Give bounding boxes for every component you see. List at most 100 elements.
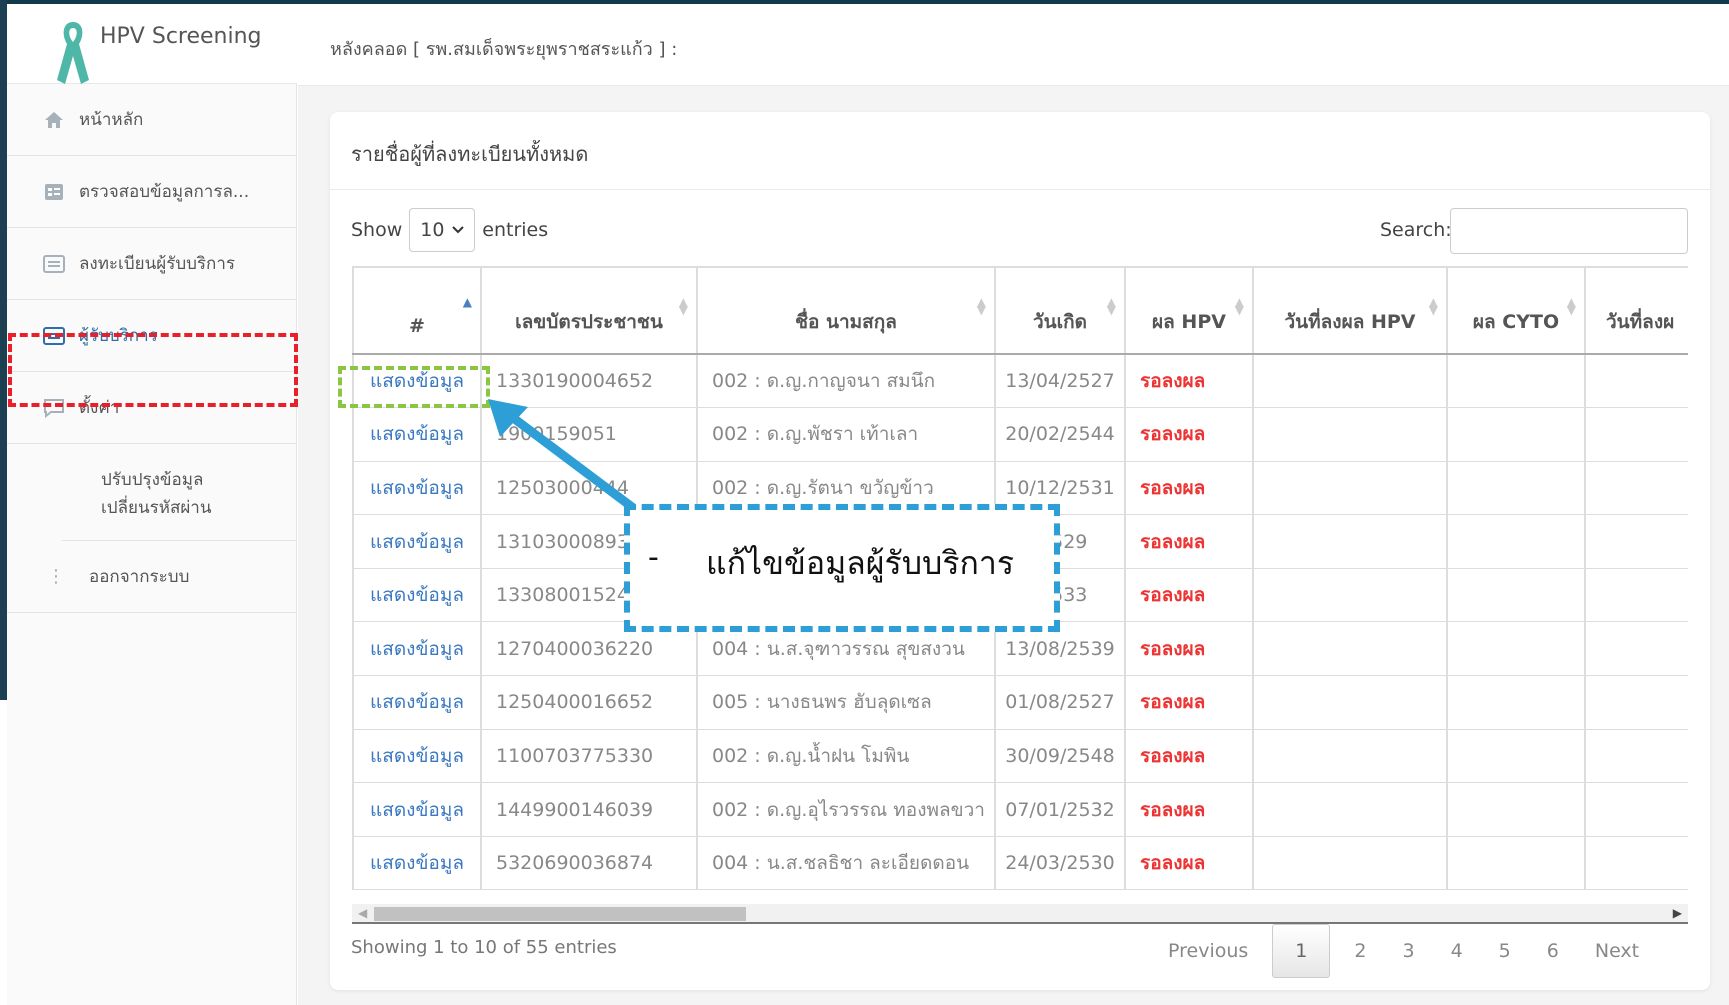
dob-cell: 01/08/2527 (994, 675, 1125, 730)
sort-icon: ▲ ▼ (976, 295, 986, 317)
horizontal-scrollbar[interactable]: ◀ ▶ (352, 904, 1688, 924)
name-cell: 004 : น.ส.ชลธิชา ละเอียดดอน (696, 836, 995, 891)
cyto-date-cell (1584, 514, 1688, 569)
table-header-row: # ▲ เลขบัตรประชาชน ▲ ▼ ชื่อ นามสกุล ▲ ▼ วันเก… (352, 266, 1688, 355)
cyto-date-cell (1584, 675, 1688, 730)
hpv-status-cell: รอลงผล (1124, 675, 1253, 730)
sidebar: HPV Screening หน้าหลัก ตรวจสอบข้อมูลการล… (7, 4, 297, 1005)
window-frame-left (0, 0, 7, 700)
show-data-link[interactable]: แสดงข้อมูล (352, 514, 481, 569)
show-label: Show (351, 219, 403, 241)
show-data-link[interactable]: แสดงข้อมูล (352, 568, 481, 623)
column-header-hpv-date[interactable]: วันที่ลงผล HPV ▲ ▼ (1252, 266, 1447, 355)
column-header-dob[interactable]: วันเกิด ▲ ▼ (994, 266, 1125, 355)
search-label: Search: (1380, 219, 1452, 241)
search-input[interactable] (1450, 208, 1688, 254)
cyto-result-cell (1446, 729, 1585, 784)
entries-select-value: 10 (420, 219, 445, 241)
dob-cell: 30/09/2548 (994, 729, 1125, 784)
hpv-date-cell (1252, 675, 1447, 730)
sidebar-subitem-update-profile[interactable]: ปรับปรุงข้อมูล (101, 466, 297, 494)
dob-cell: 20/02/2544 (994, 407, 1125, 462)
sort-asc-icon: ▲ (462, 295, 472, 309)
sidebar-item-home[interactable]: หน้าหลัก (7, 84, 297, 156)
pagination-page-4[interactable]: 4 (1433, 924, 1481, 978)
name-cell: 002 : ด.ญ.น้ำฝน โมพิน (696, 729, 995, 784)
hpv-status-cell: รอลงผล (1124, 782, 1253, 837)
cyto-result-cell (1446, 568, 1585, 623)
pagination-page-1[interactable]: 1 (1272, 924, 1331, 978)
name-cell: 005 : นางธนพร ฮับลุดเซล (696, 675, 995, 730)
sidebar-item-register[interactable]: ลงทะเบียนผู้รับบริการ (7, 228, 297, 300)
hpv-status-cell: รอลงผล (1124, 514, 1253, 569)
hpv-date-cell (1252, 782, 1447, 837)
show-data-link-highlight (338, 366, 490, 408)
list-icon (43, 254, 65, 274)
name-cell: 002 : ด.ญ.อุไรวรรณ ทองพลขวา (696, 782, 995, 837)
scroll-right-icon[interactable]: ▶ (1673, 906, 1682, 920)
entries-length-control: Show 10 entries (351, 208, 548, 252)
citizen-id-cell: 5320690036874 (480, 836, 697, 891)
citizen-id-cell: 1449900146039 (480, 782, 697, 837)
page-header: หลังคลอด [ รพ.สมเด็จพระยุพราชสระแก้ว ] : (298, 4, 1729, 86)
cyto-date-cell (1584, 621, 1688, 677)
column-header-cyto-date[interactable]: วันที่ลงผ (1584, 266, 1688, 355)
sidebar-item-label: ตรวจสอบข้อมูลการล... (79, 182, 250, 202)
pagination-page-5[interactable]: 5 (1481, 924, 1529, 978)
divider (330, 189, 1710, 190)
show-data-link[interactable]: แสดงข้อมูล (352, 782, 481, 837)
breadcrumb: หลังคลอด [ รพ.สมเด็จพระยุพราชสระแก้ว ] : (330, 39, 678, 60)
hpv-date-cell (1252, 461, 1447, 516)
dob-cell: 24/03/2530 (994, 836, 1125, 891)
table-info: Showing 1 to 10 of 55 entries (351, 937, 617, 958)
hpv-date-cell (1252, 568, 1447, 623)
more-vertical-icon: ⋮ (47, 566, 65, 587)
show-data-link[interactable]: แสดงข้อมูล (352, 836, 481, 891)
name-cell: 002 : ด.ญ.กาญจนา สมนึก (696, 354, 995, 409)
column-header-number[interactable]: # ▲ (352, 266, 481, 355)
pagination-page-3[interactable]: 3 (1384, 924, 1432, 978)
cyto-date-cell (1584, 568, 1688, 623)
hpv-date-cell (1252, 514, 1447, 569)
hpv-status-cell: รอลงผล (1124, 407, 1253, 462)
pagination-page-2[interactable]: 2 (1336, 924, 1384, 978)
show-data-link[interactable]: แสดงข้อมูล (352, 461, 481, 516)
hpv-status-cell: รอลงผล (1124, 461, 1253, 516)
hpv-status-cell: รอลงผล (1124, 836, 1253, 891)
column-header-hpv-result[interactable]: ผล HPV ▲ ▼ (1124, 266, 1253, 355)
hpv-date-cell (1252, 407, 1447, 462)
hpv-date-cell (1252, 354, 1447, 409)
sort-icon: ▲ ▼ (1234, 295, 1244, 317)
show-data-link[interactable]: แสดงข้อมูล (352, 675, 481, 730)
sidebar-item-label: ลงทะเบียนผู้รับบริการ (79, 254, 236, 274)
cyto-result-cell (1446, 621, 1585, 677)
column-header-name[interactable]: ชื่อ นามสกุล ▲ ▼ (696, 266, 995, 355)
cyto-date-cell (1584, 782, 1688, 837)
sidebar-subitem-profile[interactable]: ปรับปรุงข้อมูล เปลี่ยนรหัสผ่าน (62, 444, 297, 541)
cyto-result-cell (1446, 407, 1585, 462)
sidebar-subitem-change-password[interactable]: เปลี่ยนรหัสผ่าน (101, 494, 297, 522)
sidebar-item-check-data[interactable]: ตรวจสอบข้อมูลการล... (7, 156, 297, 228)
table-row: แสดงข้อมูล 1449900146039 002 : ด.ญ.อุไรวรร… (352, 782, 1688, 837)
show-data-link[interactable]: แสดงข้อมูล (352, 407, 481, 462)
hpv-status-cell: รอลงผล (1124, 621, 1253, 677)
pagination-previous[interactable]: Previous (1150, 924, 1266, 978)
scrollbar-thumb[interactable] (374, 907, 746, 921)
edit-client-callout: - แก้ไขข้อมูลผู้รับบริการ (624, 504, 1060, 632)
cyto-result-cell (1446, 354, 1585, 409)
show-data-link[interactable]: แสดงข้อมูล (352, 621, 481, 677)
brand[interactable]: HPV Screening (7, 4, 297, 84)
sort-icon: ▲ ▼ (1566, 295, 1576, 317)
pagination-next[interactable]: Next (1577, 924, 1657, 978)
sidebar-item-logout[interactable]: ⋮ ออกจากระบบ (7, 541, 297, 613)
column-header-cyto-result[interactable]: ผล CYTO ▲ ▼ (1446, 266, 1585, 355)
scroll-left-icon[interactable]: ◀ (358, 906, 367, 920)
callout-arrow-icon (488, 399, 645, 518)
pagination-page-6[interactable]: 6 (1529, 924, 1577, 978)
table-row: แสดงข้อมูล 5320690036874 004 : น.ส.ชลธิชา … (352, 836, 1688, 891)
column-header-citizen-id[interactable]: เลขบัตรประชาชน ▲ ▼ (480, 266, 697, 355)
card-title: รายชื่อผู้ที่ลงทะเบียนทั้งหมด (351, 142, 589, 166)
chevron-down-icon (452, 226, 464, 234)
entries-select[interactable]: 10 (409, 208, 476, 252)
show-data-link[interactable]: แสดงข้อมูล (352, 729, 481, 784)
